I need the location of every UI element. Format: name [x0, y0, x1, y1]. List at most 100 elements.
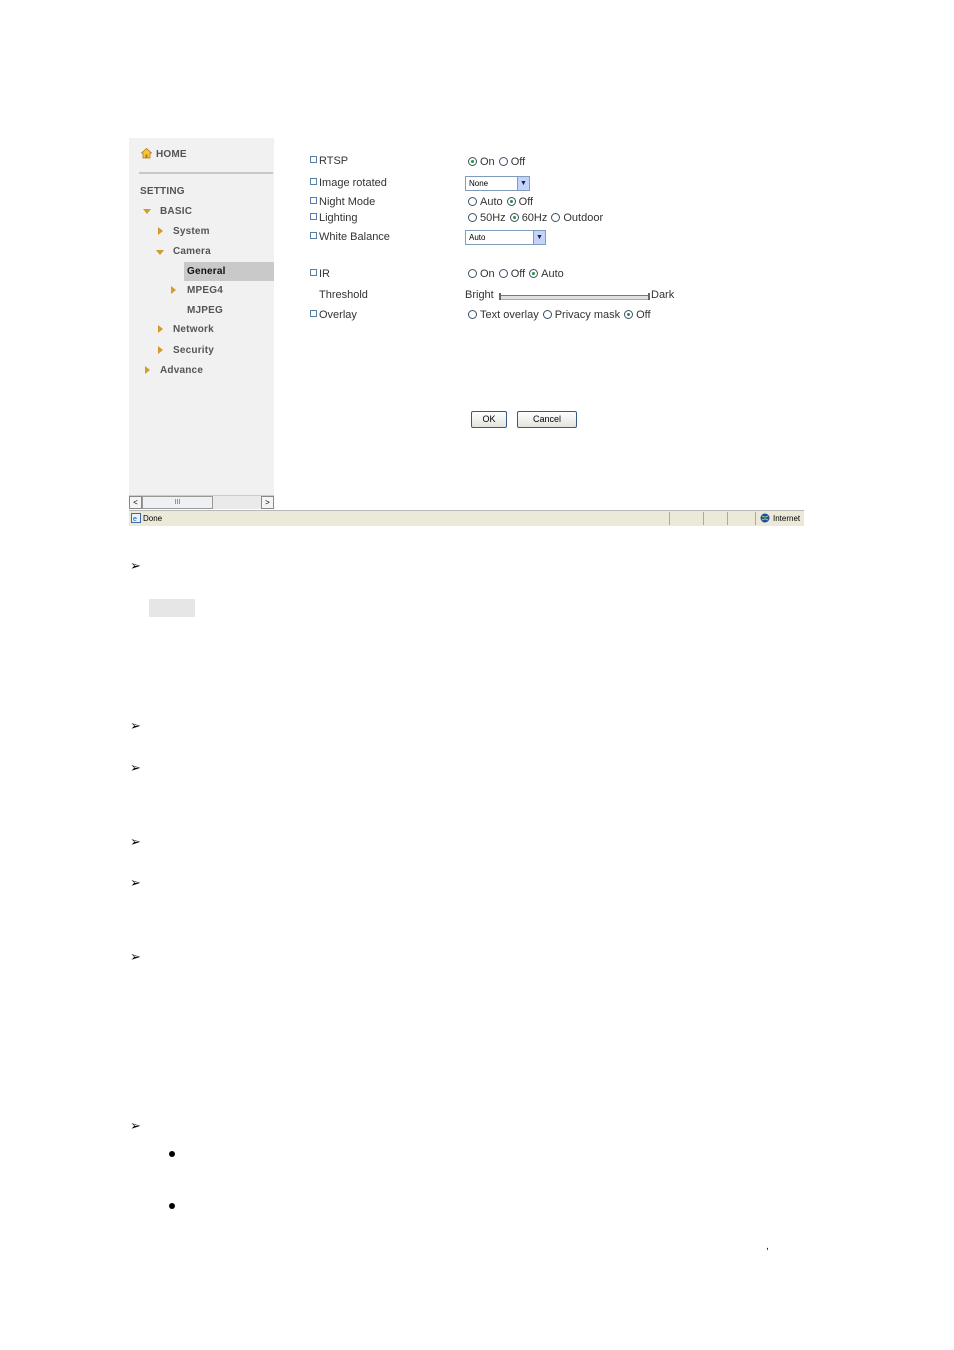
- chevron-down-icon[interactable]: ▼: [533, 231, 545, 244]
- slider-left-handle[interactable]: [499, 293, 501, 300]
- ir-off-label: Off: [510, 268, 526, 280]
- rtsp-on-radio[interactable]: [468, 157, 477, 166]
- ok-button[interactable]: OK: [471, 411, 507, 428]
- threshold-dark-label: Dark: [651, 289, 675, 301]
- white-balance-select[interactable]: Auto ▼: [465, 230, 546, 245]
- lighting-50hz-label: 50Hz: [480, 212, 506, 224]
- cancel-button[interactable]: Cancel: [517, 411, 577, 428]
- arrow-bullet-icon: ➢: [130, 558, 141, 573]
- arrow-bullet-icon: ➢: [130, 949, 141, 964]
- ir-label: IR: [310, 268, 330, 280]
- status-text: Done: [143, 514, 163, 523]
- threshold-label: Threshold: [319, 289, 368, 301]
- collapsed-arrow-icon: [158, 346, 163, 354]
- collapsed-arrow-icon: [171, 286, 176, 294]
- sidebar-item-mpeg4[interactable]: MPEG4: [187, 285, 223, 296]
- stray-comma: ,: [766, 1241, 769, 1252]
- zone-text: Internet: [773, 514, 801, 523]
- sidebar-divider: [139, 172, 273, 174]
- night-mode-auto-label: Auto: [480, 196, 503, 208]
- ir-on-radio[interactable]: [468, 269, 477, 278]
- rtsp-label: RTSP: [310, 155, 348, 167]
- chevron-down-icon[interactable]: ▼: [517, 177, 529, 190]
- dot-bullet-icon: [169, 1151, 175, 1157]
- scroll-right-button[interactable]: >: [261, 496, 274, 509]
- arrow-bullet-icon: ➢: [130, 1118, 141, 1133]
- slider-right-handle[interactable]: [648, 293, 650, 300]
- lighting-60hz-label: 60Hz: [521, 212, 548, 224]
- status-divider: [755, 512, 756, 525]
- night-mode-label: Night Mode: [310, 196, 375, 208]
- highlight-box: [149, 599, 195, 617]
- ir-options: On Off Auto: [468, 268, 564, 280]
- night-mode-off-radio[interactable]: [506, 197, 516, 206]
- ir-on-label: On: [480, 268, 495, 280]
- bullet-square-icon: [310, 197, 317, 204]
- sidebar-item-camera[interactable]: Camera: [173, 246, 211, 257]
- bullet-square-icon: [310, 269, 317, 276]
- lighting-label: Lighting: [310, 212, 358, 224]
- status-divider: [703, 512, 704, 525]
- overlay-off-radio[interactable]: [624, 310, 634, 319]
- image-rotated-label: Image rotated: [310, 177, 387, 189]
- status-divider: [727, 512, 728, 525]
- dot-bullet-icon: [169, 1203, 175, 1209]
- expanded-arrow-icon: [143, 209, 151, 214]
- rtsp-options: On Off: [468, 156, 525, 168]
- image-rotated-value: None: [469, 179, 489, 188]
- globe-icon: [760, 513, 770, 525]
- status-bar: e Done Internet: [129, 510, 804, 526]
- status-divider: [669, 512, 670, 525]
- sidebar-item-home[interactable]: HOME: [156, 149, 187, 160]
- rtsp-off-label: Off: [510, 156, 526, 168]
- threshold-slider[interactable]: [501, 295, 649, 300]
- sidebar-item-network[interactable]: Network: [173, 324, 214, 335]
- image-rotated-select[interactable]: None ▼: [465, 176, 530, 191]
- rtsp-on-label: On: [480, 156, 495, 168]
- night-mode-options: Auto Off: [468, 196, 533, 208]
- lighting-60hz-radio[interactable]: [509, 213, 519, 222]
- night-mode-off-label: Off: [518, 196, 534, 208]
- sidebar-item-security[interactable]: Security: [173, 345, 214, 356]
- rtsp-off-radio[interactable]: [498, 157, 508, 166]
- arrow-bullet-icon: ➢: [130, 834, 141, 849]
- sidebar-item-basic[interactable]: BASIC: [160, 206, 192, 217]
- overlay-privacy-radio[interactable]: [542, 310, 552, 319]
- lighting-outdoor-label: Outdoor: [563, 212, 604, 224]
- page-icon: e: [131, 513, 141, 525]
- ir-off-radio[interactable]: [498, 269, 508, 278]
- sidebar-item-system[interactable]: System: [173, 226, 210, 237]
- ir-auto-label: Auto: [541, 268, 564, 280]
- sidebar: HOME SETTING BASIC System Camera General…: [129, 138, 274, 495]
- overlay-text-label: Text overlay: [480, 309, 539, 321]
- arrow-bullet-icon: ➢: [130, 718, 141, 733]
- arrow-bullet-icon: ➢: [130, 875, 141, 890]
- overlay-text-radio[interactable]: [468, 310, 477, 319]
- white-balance-label: White Balance: [310, 231, 390, 243]
- collapsed-arrow-icon: [145, 366, 150, 374]
- sidebar-item-advance[interactable]: Advance: [160, 365, 203, 376]
- bullet-square-icon: [310, 156, 317, 163]
- ir-auto-radio[interactable]: [529, 269, 539, 278]
- horizontal-scrollbar[interactable]: < III >: [129, 495, 274, 509]
- lighting-outdoor-radio[interactable]: [551, 213, 561, 222]
- lighting-50hz-radio[interactable]: [468, 213, 477, 222]
- camera-settings-screenshot: HOME SETTING BASIC System Camera General…: [129, 138, 804, 526]
- scroll-left-button[interactable]: <: [129, 496, 142, 509]
- expanded-arrow-icon: [156, 250, 164, 255]
- arrow-bullet-icon: ➢: [130, 760, 141, 775]
- overlay-off-label: Off: [636, 309, 651, 321]
- night-mode-auto-radio[interactable]: [468, 197, 477, 206]
- collapsed-arrow-icon: [158, 227, 163, 235]
- scroll-thumb[interactable]: III: [142, 496, 213, 509]
- overlay-privacy-label: Privacy mask: [554, 309, 621, 321]
- home-icon[interactable]: [140, 146, 153, 164]
- sidebar-item-mjpeg[interactable]: MJPEG: [187, 305, 223, 316]
- bullet-square-icon: [310, 232, 317, 239]
- svg-text:e: e: [133, 516, 137, 523]
- sidebar-section-setting: SETTING: [140, 186, 185, 197]
- sidebar-item-general[interactable]: General: [184, 262, 274, 281]
- overlay-options: Text overlay Privacy mask Off: [468, 309, 651, 321]
- bullet-square-icon: [310, 310, 317, 317]
- bullet-square-icon: [310, 178, 317, 185]
